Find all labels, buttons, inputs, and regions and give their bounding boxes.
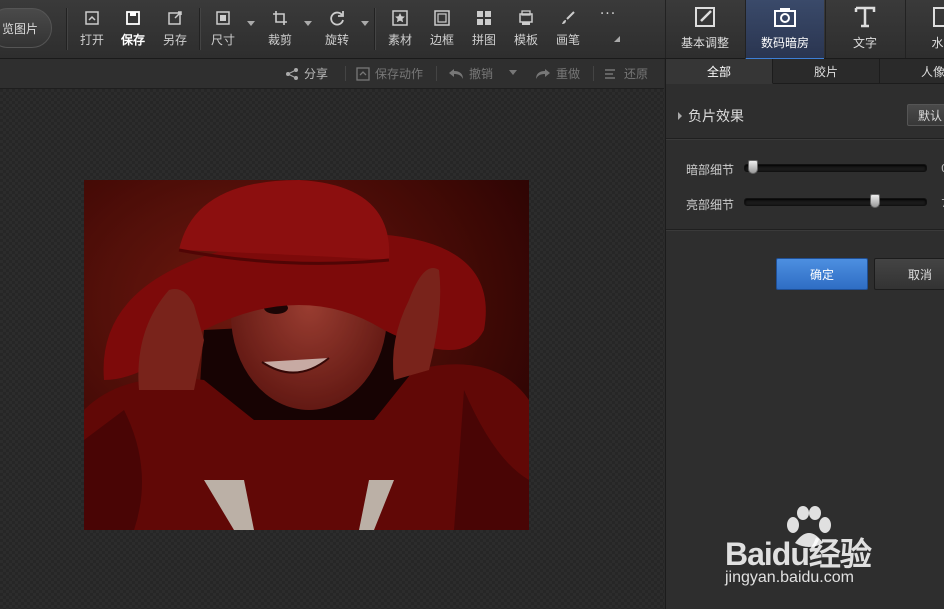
resize-icon xyxy=(216,11,230,25)
open-icon xyxy=(85,11,99,25)
collage-label: 拼图 xyxy=(471,33,496,47)
crop-dropdown-icon[interactable] xyxy=(304,21,312,26)
slider-label-highlight-detail: 亮部细节 xyxy=(686,198,735,212)
border-button[interactable]: 边框 xyxy=(420,0,464,58)
share-icon xyxy=(286,67,298,80)
filter-tab-film[interactable]: 胶片 xyxy=(773,59,880,84)
more-button[interactable]: ··· xyxy=(586,0,630,58)
save-icon xyxy=(126,11,140,25)
undo-icon xyxy=(449,68,463,79)
open-label: 打开 xyxy=(79,33,104,47)
brush-icon xyxy=(562,11,575,24)
highlight-detail-slider[interactable] xyxy=(744,194,927,208)
save-label: 保存 xyxy=(120,33,145,47)
watermark-icon xyxy=(932,7,944,27)
material-button[interactable]: 素材 xyxy=(378,0,422,58)
share-button[interactable]: 分享 xyxy=(285,59,328,88)
panel-divider xyxy=(666,138,944,140)
tab-watermark[interactable]: 水 xyxy=(905,0,944,58)
save-as-icon xyxy=(168,11,182,25)
effect-title: 负片效果 xyxy=(688,109,744,125)
undo-label: 撤销 xyxy=(469,67,494,81)
brush-button[interactable]: 画笔 xyxy=(546,0,590,58)
action-divider xyxy=(436,66,437,81)
template-label: 模板 xyxy=(513,33,538,47)
tab-watermark-label: 水 xyxy=(931,36,944,50)
template-icon xyxy=(519,10,533,25)
save-as-label: 另存 xyxy=(162,33,187,47)
photo-preview xyxy=(84,180,529,530)
undo-button[interactable]: 撤销 xyxy=(448,59,493,88)
template-button[interactable]: 模板 xyxy=(504,0,548,58)
undo-dropdown-icon[interactable] xyxy=(509,70,517,75)
border-label: 边框 xyxy=(429,33,454,47)
shadow-detail-slider[interactable] xyxy=(744,160,927,174)
save-action-icon xyxy=(356,66,370,81)
more-icon: ··· xyxy=(599,6,617,22)
toolbar-divider xyxy=(66,8,68,50)
filter-tab-portrait[interactable]: 人像 xyxy=(880,59,944,84)
redo-button[interactable]: 重做 xyxy=(535,59,580,88)
collage-button[interactable]: 拼图 xyxy=(462,0,506,58)
rotate-icon xyxy=(330,11,344,26)
action-bar: 分享 保存动作 撤销 重做 还原 xyxy=(0,59,664,89)
restore-icon xyxy=(605,68,615,79)
save-action-label: 保存动作 xyxy=(375,67,424,81)
rotate-button[interactable]: 旋转 xyxy=(315,0,359,58)
resize-label: 尺寸 xyxy=(210,33,235,47)
main-toolbar: 览图片 打开 保存 另存 尺寸 裁剪 旋转 素材 边框 拼图 模板 画笔 ···… xyxy=(0,0,944,60)
image-canvas[interactable] xyxy=(0,89,664,609)
crop-button[interactable]: 裁剪 xyxy=(258,0,302,58)
resize-dropdown-icon[interactable] xyxy=(247,21,255,26)
collapse-arrow-icon[interactable] xyxy=(678,112,682,120)
open-button[interactable]: 打开 xyxy=(70,0,114,58)
material-label: 素材 xyxy=(387,33,412,47)
toolbar-divider xyxy=(374,8,376,50)
highlight-detail-slider-thumb[interactable] xyxy=(869,194,880,208)
tab-basic-adjust[interactable]: 基本调整 xyxy=(665,0,744,58)
action-divider xyxy=(593,66,594,81)
expand-corner-icon[interactable] xyxy=(614,36,620,42)
tab-basic-adjust-label: 基本调整 xyxy=(680,36,729,50)
text-icon xyxy=(854,6,876,28)
save-action-button[interactable]: 保存动作 xyxy=(356,59,423,88)
adjust-icon xyxy=(695,7,715,27)
tab-digital-darkroom[interactable]: 数码暗房 xyxy=(745,0,824,60)
slider-label-shadow-detail: 暗部细节 xyxy=(686,163,735,177)
rotate-dropdown-icon[interactable] xyxy=(361,21,369,26)
material-icon xyxy=(392,10,408,26)
share-label: 分享 xyxy=(304,67,329,81)
camera-icon xyxy=(774,8,796,27)
rotate-label: 旋转 xyxy=(324,33,349,47)
redo-label: 重做 xyxy=(556,67,581,81)
tab-text-label: 文字 xyxy=(852,36,877,50)
save-as-button[interactable]: 另存 xyxy=(153,0,197,58)
crop-icon xyxy=(273,11,287,25)
tab-text[interactable]: 文字 xyxy=(825,0,904,58)
confirm-button[interactable]: 确定 xyxy=(776,258,868,290)
resize-button[interactable]: 尺寸 xyxy=(201,0,245,58)
panel-divider xyxy=(666,229,944,231)
border-icon xyxy=(434,10,450,26)
filter-tab-all[interactable]: 全部 xyxy=(666,59,773,84)
tab-digital-darkroom-label: 数码暗房 xyxy=(760,36,809,50)
brush-label: 画笔 xyxy=(555,33,580,47)
action-divider xyxy=(345,66,346,81)
crop-label: 裁剪 xyxy=(267,33,292,47)
watermark-url: jingyan.baidu.com xyxy=(725,569,854,586)
restore-button[interactable]: 还原 xyxy=(603,59,648,88)
save-button[interactable]: 保存 xyxy=(111,0,155,58)
browse-images-button[interactable]: 览图片 xyxy=(0,8,52,48)
baidu-watermark: Baidu经验 jingyan.baidu.com xyxy=(725,505,940,590)
restore-label: 还原 xyxy=(624,67,649,81)
redo-icon xyxy=(536,68,550,79)
cancel-button[interactable]: 取消 xyxy=(874,258,944,290)
default-button[interactable]: 默认 xyxy=(907,104,944,126)
collage-icon xyxy=(477,11,491,25)
shadow-detail-slider-thumb[interactable] xyxy=(748,160,759,174)
